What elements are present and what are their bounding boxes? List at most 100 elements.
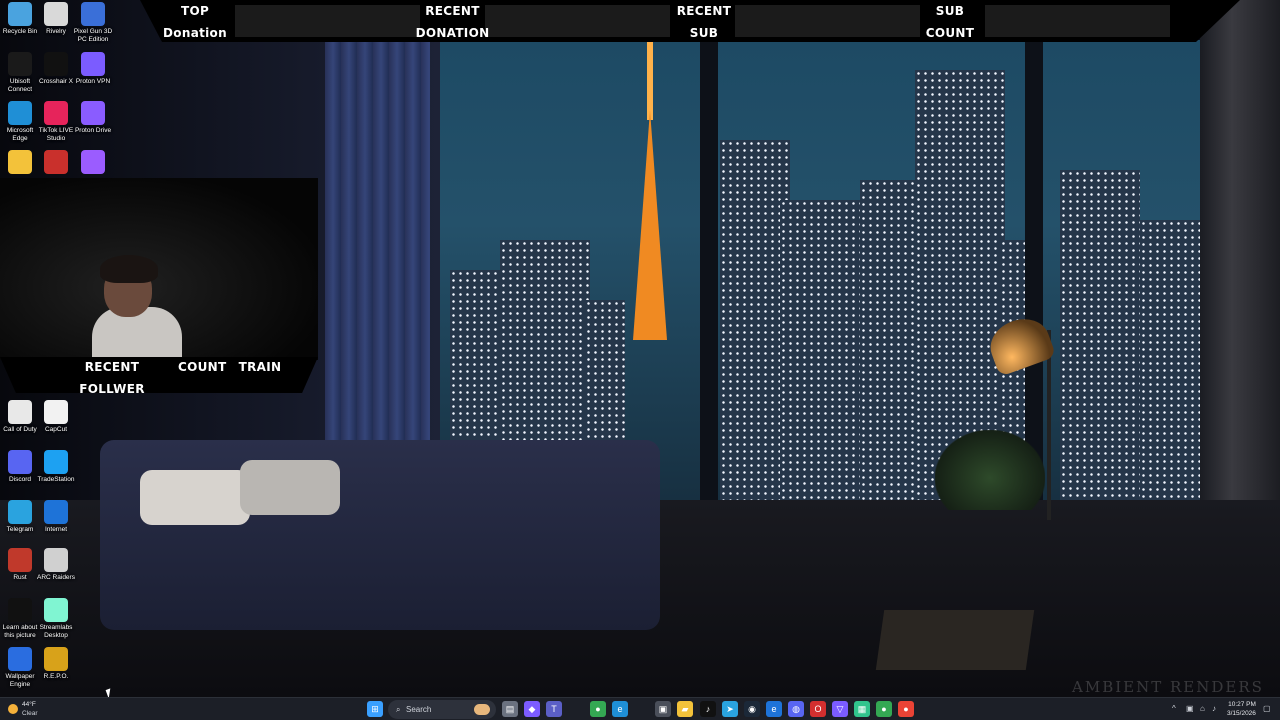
search-highlight-icon [474,704,490,715]
desktop-icon-label: Discord [8,476,32,483]
file-manager-icon[interactable]: ▤ [502,701,518,717]
taskbar: 44°F Clear ⌕ Search ⊞ ▤ ◆ T ● e ▣ ▰ ♪ ➤ ◉ e ◍ O ▽ ▦ ● ● ^… [0,697,1280,720]
wallpaper-curtain [325,40,430,480]
desktop-icon-label: Microsoft Edge [6,127,34,142]
chrome-icon-2[interactable]: ● [876,701,892,717]
desktop-icon-proton-drive[interactable]: Proton Drive [73,101,113,135]
desktop-icon-label: R.E.P.O. [43,673,69,680]
weather-desc: Clear [22,710,38,717]
desktop-icon-file[interactable]: Call of Duty [0,400,40,434]
network-icon[interactable]: ⌂ [1200,702,1205,716]
desktop-icon-crosshair[interactable]: Crosshair X [36,52,76,86]
edge-icon[interactable]: e [612,701,628,717]
wallpaper-engine-icon [8,647,32,671]
tray-chevron-icon[interactable]: ^ [1172,702,1176,716]
desktop-icon-arc-raiders[interactable]: ARC Raiders [36,548,76,582]
folder-icon [8,150,32,174]
proton-vpn-icon [81,52,105,76]
proton-drive-icon [81,101,105,125]
desktop-icon-proton-vpn[interactable]: Proton VPN [73,52,113,86]
desktop-icon-label: Recycle Bin [2,28,38,35]
train-label: TRAIN [238,360,282,374]
taskbar-search[interactable]: ⌕ Search [388,700,496,719]
desktop-icon-label: Learn about this picture [2,624,38,639]
search-icon: ⌕ [396,705,401,714]
chrome-icon[interactable]: ● [590,701,606,717]
repo-icon [44,647,68,671]
desktop-icon-discord[interactable]: Discord [0,450,40,484]
recent-donation-box [485,5,670,37]
clock-time: 10:27 PM [1228,701,1256,708]
count-label: COUNT [178,360,227,374]
desktop-icon-streamlabs[interactable]: Streamlabs Desktop [36,598,76,640]
desktop-icon-rivelry[interactable]: Rivelry [36,2,76,36]
tiktok-icon[interactable]: ♪ [700,701,716,717]
copilot-icon[interactable]: ◆ [524,701,540,717]
windows-start-icon[interactable]: ⊞ [367,701,383,717]
weather-temp: 44°F [22,701,36,708]
desktop-icon-label: Pixel Gun 3D PC Edition [73,28,113,43]
desktop-icon-rust[interactable]: Rust [0,548,40,582]
desktop-icon-label: Call of Duty [3,426,37,433]
notification-icon[interactable]: ▢ [1263,702,1271,716]
file-icon [8,400,32,424]
top-donation-label-1: TOP [180,4,210,18]
wallpaper-bed [100,440,660,630]
search-placeholder: Search [406,705,432,714]
proton-vpn-icon[interactable]: ▽ [832,701,848,717]
weather-widget[interactable]: 44°F Clear [8,700,48,719]
teams-icon[interactable]: T [546,701,562,717]
desktop-icon-label: TikTok LIVE Studio [38,127,74,142]
streamlabs-icon[interactable]: ▦ [854,701,870,717]
desktop-icon-recycle-bin[interactable]: Recycle Bin [0,2,40,36]
desktop-icon-label: Wallpaper Engine [5,673,35,688]
desktop-icon-internet-explorer[interactable]: Internet [36,500,76,534]
desktop-icon-repo[interactable]: R.E.P.O. [36,647,76,681]
desktop-icon-ubisoft[interactable]: Ubisoft Connect [0,52,40,94]
desktop-icon-folder[interactable] [0,150,40,176]
internet-explorer-icon[interactable]: e [766,701,782,717]
camera-icon [8,598,32,622]
desktop-icon-label: Rust [13,574,27,581]
rust-icon [8,548,32,572]
desktop-icon-tiktok[interactable]: TikTok LIVE Studio [36,101,76,143]
recent-donation-label-1: RECENT [425,4,480,18]
app-icon [81,150,105,174]
telegram-icon [8,500,32,524]
desktop-icon-label: Internet [44,526,68,533]
desktop-icon-among-us[interactable] [36,150,76,176]
wallpaper-tea-table [875,610,1035,670]
opera-icon[interactable]: O [810,701,826,717]
taskbar-clock[interactable]: 10:27 PM 3/15/2026 [1227,700,1256,718]
rivelry-icon [44,2,68,26]
telegram-icon[interactable]: ➤ [722,701,738,717]
among-us-icon [44,150,68,174]
steam-icon[interactable]: ◉ [744,701,760,717]
clock-date: 3/15/2026 [1227,710,1256,717]
desktop-icon-camera[interactable]: Learn about this picture [0,598,40,640]
desktop-icon-pixel-gun[interactable]: Pixel Gun 3D PC Edition [73,2,113,44]
desktop-icon-label: ARC Raiders [37,574,75,581]
volume-icon[interactable]: ♪ [1212,702,1216,716]
capcut-icon [44,400,68,424]
sub-count-label-1: SUB [935,4,965,18]
wallpaper-city-window [440,40,1200,500]
desktop-icon-edge[interactable]: Microsoft Edge [0,101,40,143]
desktop-icon-wallpaper-engine[interactable]: Wallpaper Engine [0,647,40,689]
desktop-icon-capcut[interactable]: CapCut [36,400,76,434]
streamlabs-icon [44,598,68,622]
folder-icon[interactable]: ▰ [677,701,693,717]
desktop-icon-telegram[interactable]: Telegram [0,500,40,534]
tray-app-icon[interactable]: ▣ [1186,702,1194,716]
discord-icon[interactable]: ◍ [788,701,804,717]
desktop-icon-label: Streamlabs Desktop [39,624,73,639]
recent-sub-box [735,5,920,37]
desktop-icon-app[interactable] [73,150,113,176]
pixel-gun-icon [81,2,105,26]
desktop-icon-label: Proton Drive [74,127,112,134]
desktop-icon-tradestation[interactable]: TradeStation [36,450,76,484]
wallpaper-tokyo-tower [625,40,675,340]
chrome-icon-3[interactable]: ● [898,701,914,717]
store-icon[interactable]: ▣ [655,701,671,717]
recent-donation-label-2: DONATION [415,26,490,40]
